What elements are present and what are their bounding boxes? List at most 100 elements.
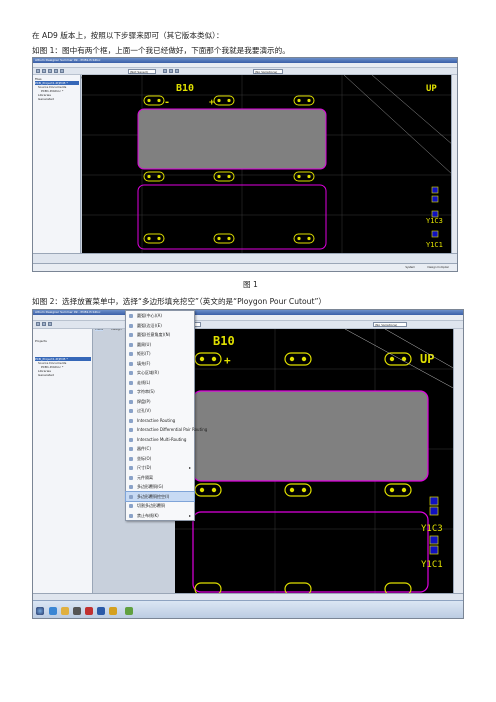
panel2-tab-projects[interactable]: Projects: [35, 339, 47, 343]
open-icon[interactable]: [42, 69, 46, 73]
place-menu: 圆弧(中心)(A) 圆弧(边沿)(E) 圆弧(任意角度)(N) 圆周(U) 矩形(T) 填…: [125, 310, 207, 521]
up-label-2: UP: [420, 352, 434, 366]
place-menu-item[interactable]: Interactive Multi-Routing: [126, 435, 194, 445]
projects-panel-2: Projects PCB_Project1.PrjPCB * Source Do…: [33, 329, 93, 593]
silk-y1c1: Y1C1: [426, 241, 443, 249]
place-menu-item[interactable]: 圆周(U): [126, 340, 194, 350]
place-menu-item[interactable]: 圆弧(边沿)(E): [126, 321, 194, 331]
place-menu-item[interactable]: 走线(L): [126, 378, 194, 388]
menu-item-label: 多边形覆铜(G): [137, 484, 164, 489]
place-menu-item[interactable]: 坐标(O): [126, 454, 194, 464]
variation-combo[interactable]: (No Variations): [253, 69, 283, 74]
altium-icon[interactable]: [109, 607, 117, 615]
layer-tabs-bar-2: Top LayerBottom LayerMechanical 1Top Ove…: [33, 593, 463, 611]
menu-item-icon: [129, 494, 133, 499]
figure1-screenshot: Altium Designer Summer 09 - PCB1.PcbDoc …: [32, 57, 458, 272]
pcb-canvas-2[interactable]: B10 - + UP Y1C3 Y1C1: [175, 329, 455, 593]
menu-item-label: 矩形(T): [137, 351, 151, 356]
route-icon[interactable]: [163, 69, 167, 73]
pcb-canvas[interactable]: B10 - + UP Y1C3 Y1C1: [82, 75, 453, 253]
projects-panel: Files PCB_Project1.PrjPCB * Source Docum…: [33, 75, 81, 253]
place-menu-item[interactable]: 字符串(S): [126, 387, 194, 397]
media-icon[interactable]: [73, 607, 81, 615]
menu-item-label: 字符串(S): [137, 389, 155, 394]
menu-item-icon: [129, 390, 133, 394]
place-menu-item[interactable]: Interactive Routing: [126, 416, 194, 426]
silk-y1c1-2: Y1C1: [421, 560, 443, 570]
word-icon[interactable]: [97, 607, 105, 615]
pcb-drawing: B10 - + UP Y1C3 Y1C1: [82, 75, 453, 253]
place-menu-item[interactable]: 矩形(T): [126, 349, 194, 359]
zoom-icon[interactable]: [60, 69, 64, 73]
menu-item-icon: [129, 475, 133, 480]
minus-label: -: [164, 97, 170, 108]
place-menu-item[interactable]: 尺寸(D) ▸: [126, 463, 194, 473]
submenu-arrow-icon: ▸: [188, 465, 191, 470]
new-icon-2[interactable]: [36, 322, 40, 326]
menu-item-icon: [129, 485, 133, 489]
toolbar-2: (Not Saved) (No Variations): [33, 321, 463, 329]
save-icon-2[interactable]: [48, 322, 52, 326]
figure2-screenshot: Altium Designer Summer 09 - PCB1.PcbDoc …: [32, 309, 464, 619]
menu-item-icon: [129, 323, 133, 328]
designator-b10-2: B10: [213, 334, 235, 348]
tree-generated[interactable]: Generated: [38, 97, 54, 101]
place-menu-item[interactable]: 焊盘(P): [126, 397, 194, 407]
start-icon[interactable]: [36, 607, 44, 615]
status-design-compiler[interactable]: Design Compiler: [428, 266, 449, 270]
place-menu-item[interactable]: 多边形覆铜挖空(I): [125, 490, 195, 502]
menu-item-icon: [129, 504, 133, 508]
place-menu-item[interactable]: 切割多边形覆铜: [126, 501, 194, 511]
place-menu-item[interactable]: 圆弧(中心)(A): [126, 311, 194, 321]
print-icon[interactable]: [54, 69, 58, 73]
place-menu-item[interactable]: 实心区域(R): [126, 368, 194, 378]
menu-item-icon: [129, 342, 133, 347]
right-panel-strip-2[interactable]: [453, 329, 463, 593]
menu-item-label: 圆弧(中心)(A): [137, 313, 162, 318]
menu-item-label: 切割多边形覆铜: [137, 503, 165, 508]
menu-item-label: 尺寸(D): [137, 465, 152, 470]
app-icon[interactable]: [85, 607, 93, 615]
place-menu-item[interactable]: 过孔(V): [126, 406, 194, 416]
layer-tabs-bar: Top LayerBottom LayerMechanical 1Top Ove…: [33, 253, 457, 271]
misc-icon[interactable]: [125, 607, 133, 615]
submenu-arrow-icon: ▸: [188, 512, 191, 518]
menu-item-label: 走线(L): [137, 379, 151, 385]
tree2-generated[interactable]: Generated: [38, 373, 54, 377]
plus-label-2: +: [224, 354, 231, 367]
silk-y1c3: Y1C3: [426, 217, 443, 225]
figure1-caption: 图 1: [243, 280, 258, 289]
place-menu-item[interactable]: 器件(C): [126, 444, 194, 454]
menu-item-icon: [129, 371, 133, 375]
explorer-icon[interactable]: [61, 607, 69, 615]
new-icon[interactable]: [36, 69, 40, 73]
menu-item-label: 填充(F): [137, 360, 151, 366]
save-icon[interactable]: [48, 69, 52, 73]
menu-item-label: Interactive Routing: [137, 417, 176, 423]
right-panel-strip[interactable]: [451, 75, 457, 253]
menu-item-icon: [129, 399, 133, 404]
menu-item-icon: [129, 447, 133, 451]
menu-item-label: 坐标(O): [137, 455, 152, 461]
figure2-description: 如图 2：选择放置菜单中，选择“多边形填充挖空”（英文的是“Ploygon Po…: [32, 297, 326, 306]
figure1-description: 如图 1：图中有两个框，上面一个我已经做好，下面那个我就是我要演示的。: [32, 46, 290, 55]
pcb-drawing-2: B10 - + UP Y1C3 Y1C1: [175, 329, 455, 593]
variation-combo-2[interactable]: (No Variations): [373, 322, 407, 327]
status-system[interactable]: System: [405, 266, 415, 270]
menu-item-icon: [129, 513, 133, 518]
ie-icon[interactable]: [49, 607, 57, 615]
via-icon[interactable]: [175, 69, 179, 73]
project-combo[interactable]: (Not Saved): [128, 69, 156, 74]
menu-item-icon: [129, 409, 133, 413]
menu-item-label: 圆弧(边沿)(E): [137, 322, 162, 328]
place-menu-item[interactable]: 元件隔离: [126, 473, 194, 483]
pad-icon[interactable]: [169, 69, 173, 73]
place-menu-item[interactable]: 禁止布线(K) ▸: [126, 511, 194, 521]
place-menu-item[interactable]: 多边形覆铜(G): [126, 482, 194, 492]
menu-item-label: 圆弧(任意角度)(N): [137, 332, 171, 337]
place-menu-item[interactable]: 填充(F): [126, 359, 194, 369]
place-menu-item[interactable]: 圆弧(任意角度)(N): [126, 330, 194, 340]
menu-item-icon: [129, 428, 133, 432]
place-menu-item[interactable]: Interactive Differential Pair Routing: [126, 425, 207, 435]
open-icon-2[interactable]: [42, 322, 46, 326]
